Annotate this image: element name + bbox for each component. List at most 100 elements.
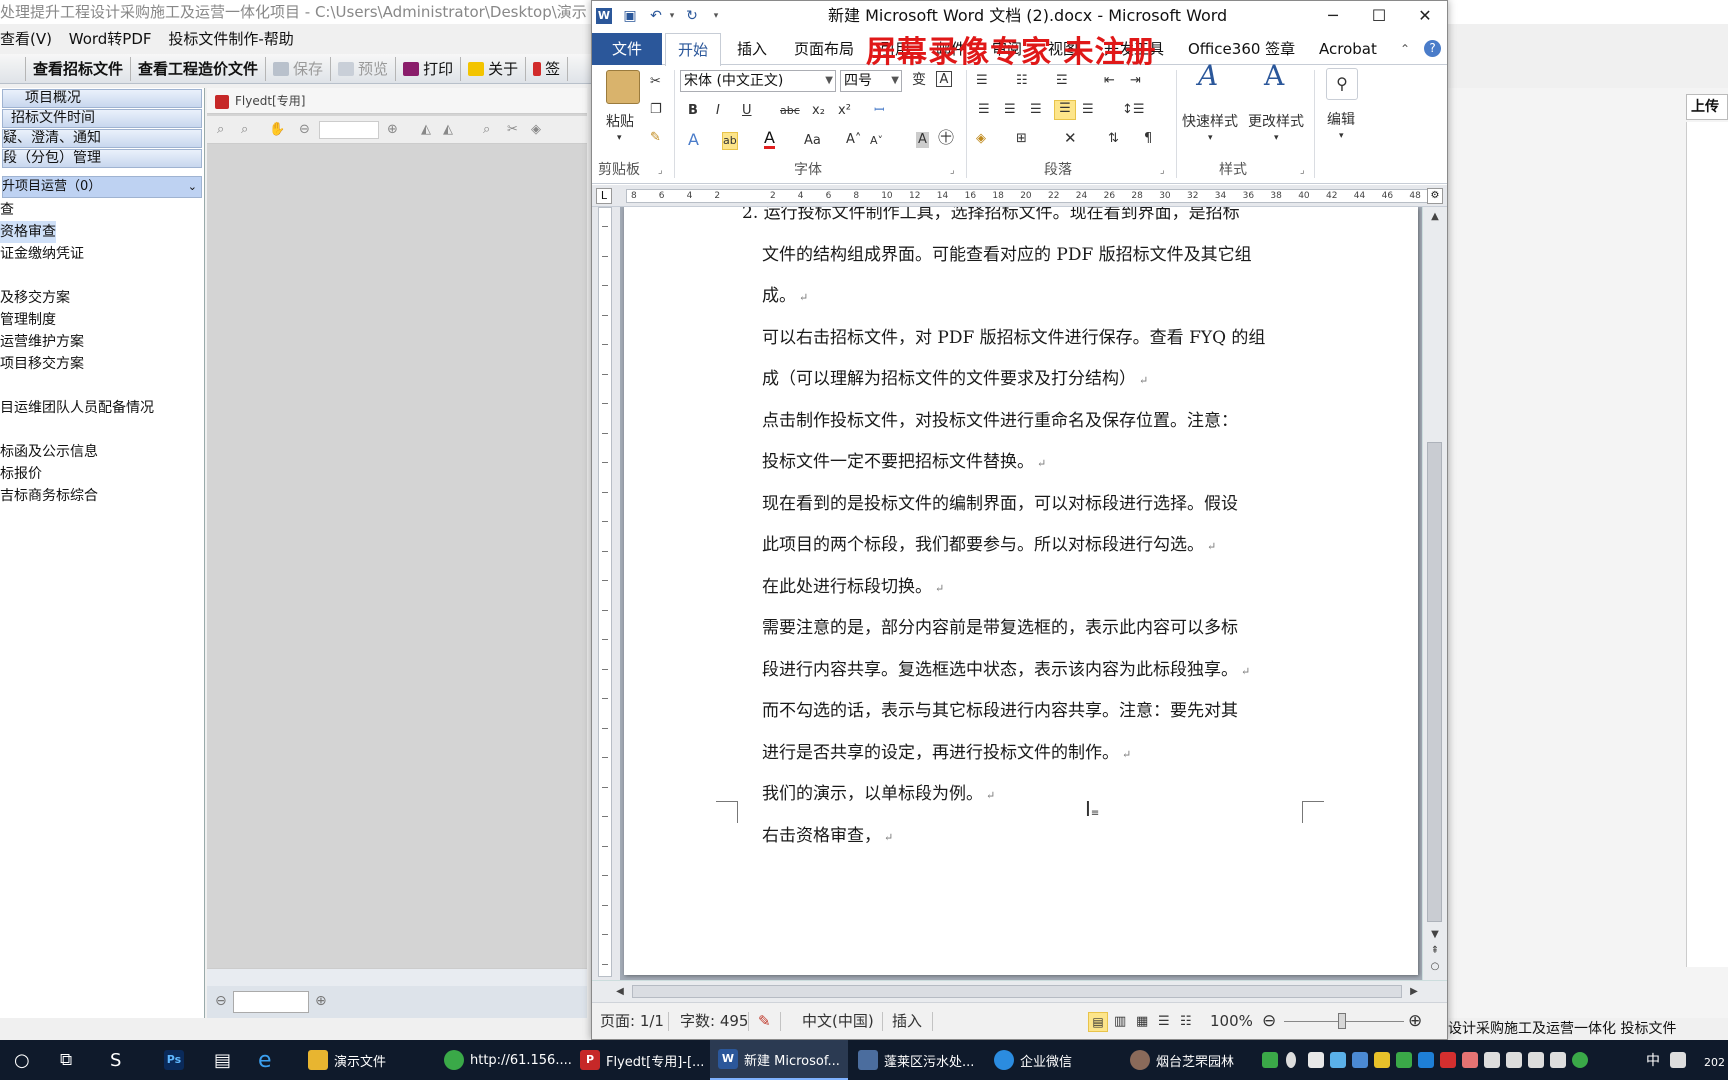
collapse-ribbon-icon[interactable]: ⌃ (1400, 39, 1410, 59)
zoom-out-icon[interactable]: ⊖ (299, 123, 313, 137)
document-paragraph[interactable]: 右击资格审查， ↵ (762, 816, 1302, 858)
tab-file[interactable]: 文件 (592, 33, 662, 65)
zoom-level[interactable]: 100% (1210, 1003, 1253, 1040)
tray-app-icon[interactable] (1262, 1052, 1278, 1068)
tree-item[interactable]: 运营维护方案 (0, 331, 204, 353)
grow-font-icon[interactable]: A˄ (846, 132, 861, 148)
dialog-launcher-icon[interactable]: ⌟ (658, 163, 663, 179)
bold-icon[interactable]: B (688, 103, 698, 119)
zoom-slider-thumb[interactable] (1338, 1013, 1346, 1029)
multilevel-list-icon[interactable]: ☲ (1056, 73, 1068, 89)
save-button[interactable]: 保存 (266, 56, 332, 81)
print-button[interactable]: 打印 (396, 56, 462, 81)
network-icon[interactable] (1506, 1052, 1522, 1068)
dialog-launcher-icon[interactable]: ⌟ (1300, 163, 1305, 179)
zoom-out-icon[interactable]: ⊖ (215, 993, 227, 1009)
tray-app-icon[interactable] (1550, 1052, 1566, 1068)
align-right-icon[interactable]: ☰ (1030, 102, 1042, 118)
taskbar-item-word[interactable]: W 新建 Microsof... (710, 1040, 848, 1080)
section-project-overview[interactable]: 项目概况 (2, 89, 202, 108)
section-qa-notice[interactable]: 答疑、澄清、通知 (2, 129, 202, 148)
tree-item[interactable]: 标报价 (0, 463, 204, 485)
redo-icon[interactable]: ↻ (684, 8, 700, 24)
taskbar-item-browser[interactable]: http://61.156.... (438, 1040, 578, 1080)
document-page[interactable]: 2. 运行投标文件制作工具，选择招标文件。现在看到界面，是招标 文件的结构组成界面… (624, 207, 1418, 975)
tray-app-icon[interactable] (1462, 1052, 1478, 1068)
tree-item[interactable]: 及移交方案 (0, 287, 204, 309)
quick-styles-button[interactable]: A 快速样式 ▾ (1182, 62, 1244, 144)
zoom-in-icon[interactable]: ⊕ (387, 123, 401, 137)
scroll-down-icon[interactable]: ▼ (1427, 927, 1443, 943)
help-icon[interactable]: ? (1424, 40, 1441, 57)
document-paragraph[interactable]: 在此处进行标段切换。 ↵ (762, 567, 1302, 609)
document-canvas[interactable]: 2. 运行投标文件制作工具，选择招标文件。现在看到界面，是招标 文件的结构组成界面… (620, 207, 1422, 980)
start-button[interactable]: ○ (14, 1040, 30, 1080)
tab-acrobat[interactable]: Acrobat (1319, 39, 1377, 59)
tab-office360-sign[interactable]: Office360 签章 (1188, 39, 1295, 59)
align-left-icon[interactable]: ☰ (978, 102, 990, 118)
previous-page-icon[interactable]: ⇞ (1427, 943, 1443, 959)
word-count[interactable]: 字数: 495 (680, 1003, 748, 1040)
line-spacing-icon[interactable]: ↕☰ (1122, 102, 1145, 118)
ruler-options-icon[interactable]: ⚙ (1427, 188, 1443, 204)
tab-page-layout[interactable]: 页面布局 (794, 39, 854, 59)
hand-icon[interactable]: ✋ (269, 123, 285, 137)
tree-item[interactable]: 查 (0, 199, 204, 221)
tray-app-icon[interactable] (1374, 1052, 1390, 1068)
search-icon[interactable]: ⌕ (217, 123, 231, 137)
tree-item[interactable]: 管理制度 (0, 309, 204, 331)
tab-insert[interactable]: 插入 (737, 39, 767, 59)
tray-app-icon[interactable] (1352, 1052, 1368, 1068)
menu-help[interactable]: 投标文件制作-帮助 (168, 30, 293, 48)
about-button[interactable]: 关于 (461, 56, 527, 81)
tree-item-selected[interactable]: 资格审查 (0, 221, 204, 243)
document-paragraph[interactable]: 我们的演示，以单标段为例。 ↵ (762, 774, 1302, 816)
maximize-button[interactable]: ☐ (1359, 3, 1399, 29)
highlight-color-icon[interactable]: ab (722, 132, 738, 150)
document-paragraph[interactable]: 而不勾选的话，表示与其它标段进行内容共享。注意：要先对其 进行是否共享的设定，再进… (762, 691, 1302, 774)
print-layout-icon[interactable]: ▤ (1088, 1012, 1108, 1032)
customize-qat-icon[interactable]: ▾ (708, 8, 724, 24)
phonetic-guide-icon[interactable]: 变 (912, 72, 926, 88)
enclose-characters-icon[interactable]: ㊉ (938, 130, 954, 146)
find-icon[interactable]: ⌕ (241, 123, 255, 137)
document-paragraph[interactable]: 现在看到的是投标文件的编制界面，可以对标段进行选择。假设 此项目的两个标段，我们都… (762, 484, 1302, 567)
zoom-in-icon[interactable]: ⊕ (1408, 1003, 1422, 1040)
change-styles-button[interactable]: A 更改样式 ▾ (1248, 62, 1310, 144)
view-bid-file-button[interactable]: 查看招标文件 (26, 56, 132, 81)
text-effects-icon[interactable]: A (688, 132, 699, 148)
draft-icon[interactable]: ☷ (1180, 1003, 1192, 1040)
show-marks-icon[interactable]: ¶ (1144, 131, 1152, 147)
horizontal-scroll-thumb[interactable] (632, 985, 1402, 998)
strikethrough-icon[interactable]: abc (780, 103, 800, 119)
section-lot-management[interactable]: 标段（分包）管理 (2, 149, 202, 168)
tree-item[interactable]: 吉标商务标综合 (0, 485, 204, 507)
justify-icon[interactable]: ☰ (1054, 100, 1076, 120)
taskbar-item-wecom[interactable]: 企业微信 (988, 1040, 1078, 1080)
scroll-left-icon[interactable]: ◀ (612, 984, 628, 1000)
tab-home[interactable]: 开始 (665, 33, 722, 66)
undo-icon[interactable]: ↶ (648, 8, 664, 24)
scroll-up-icon[interactable]: ▲ (1427, 209, 1443, 225)
zoom-out-icon[interactable]: ⊖ (1262, 1003, 1276, 1040)
shrink-font-icon[interactable]: A˅ (870, 133, 883, 149)
character-shading-icon[interactable]: A (916, 132, 929, 148)
tree-item[interactable]: 项目移交方案 (0, 353, 204, 375)
close-button[interactable]: ✕ (1405, 3, 1445, 29)
superscript-icon[interactable]: x² (838, 103, 851, 119)
menu-view[interactable]: 查看(V) (0, 30, 52, 48)
photoshop-icon[interactable]: Ps (164, 1040, 184, 1080)
tray-app-icon[interactable] (1330, 1052, 1346, 1068)
copy-icon[interactable]: ❐ (650, 102, 662, 118)
change-case-icon[interactable]: Aa (804, 133, 821, 149)
increase-indent-icon[interactable]: ⇥ (1130, 73, 1141, 89)
input-language[interactable]: 中 (1646, 1040, 1660, 1080)
font-name-combo[interactable]: 宋体 (中文正文) ▼ (680, 70, 836, 92)
minimize-button[interactable]: ─ (1313, 3, 1353, 29)
taskbar-item-folder[interactable]: 演示文件 (302, 1040, 392, 1080)
vertical-ruler-strip[interactable] (598, 207, 612, 977)
character-border-icon[interactable]: A (936, 71, 952, 87)
tab-selector[interactable]: L (596, 188, 612, 204)
ime-icon[interactable] (1670, 1052, 1686, 1068)
horizontal-scrollbar[interactable]: ◀ ▶ (592, 980, 1447, 1002)
